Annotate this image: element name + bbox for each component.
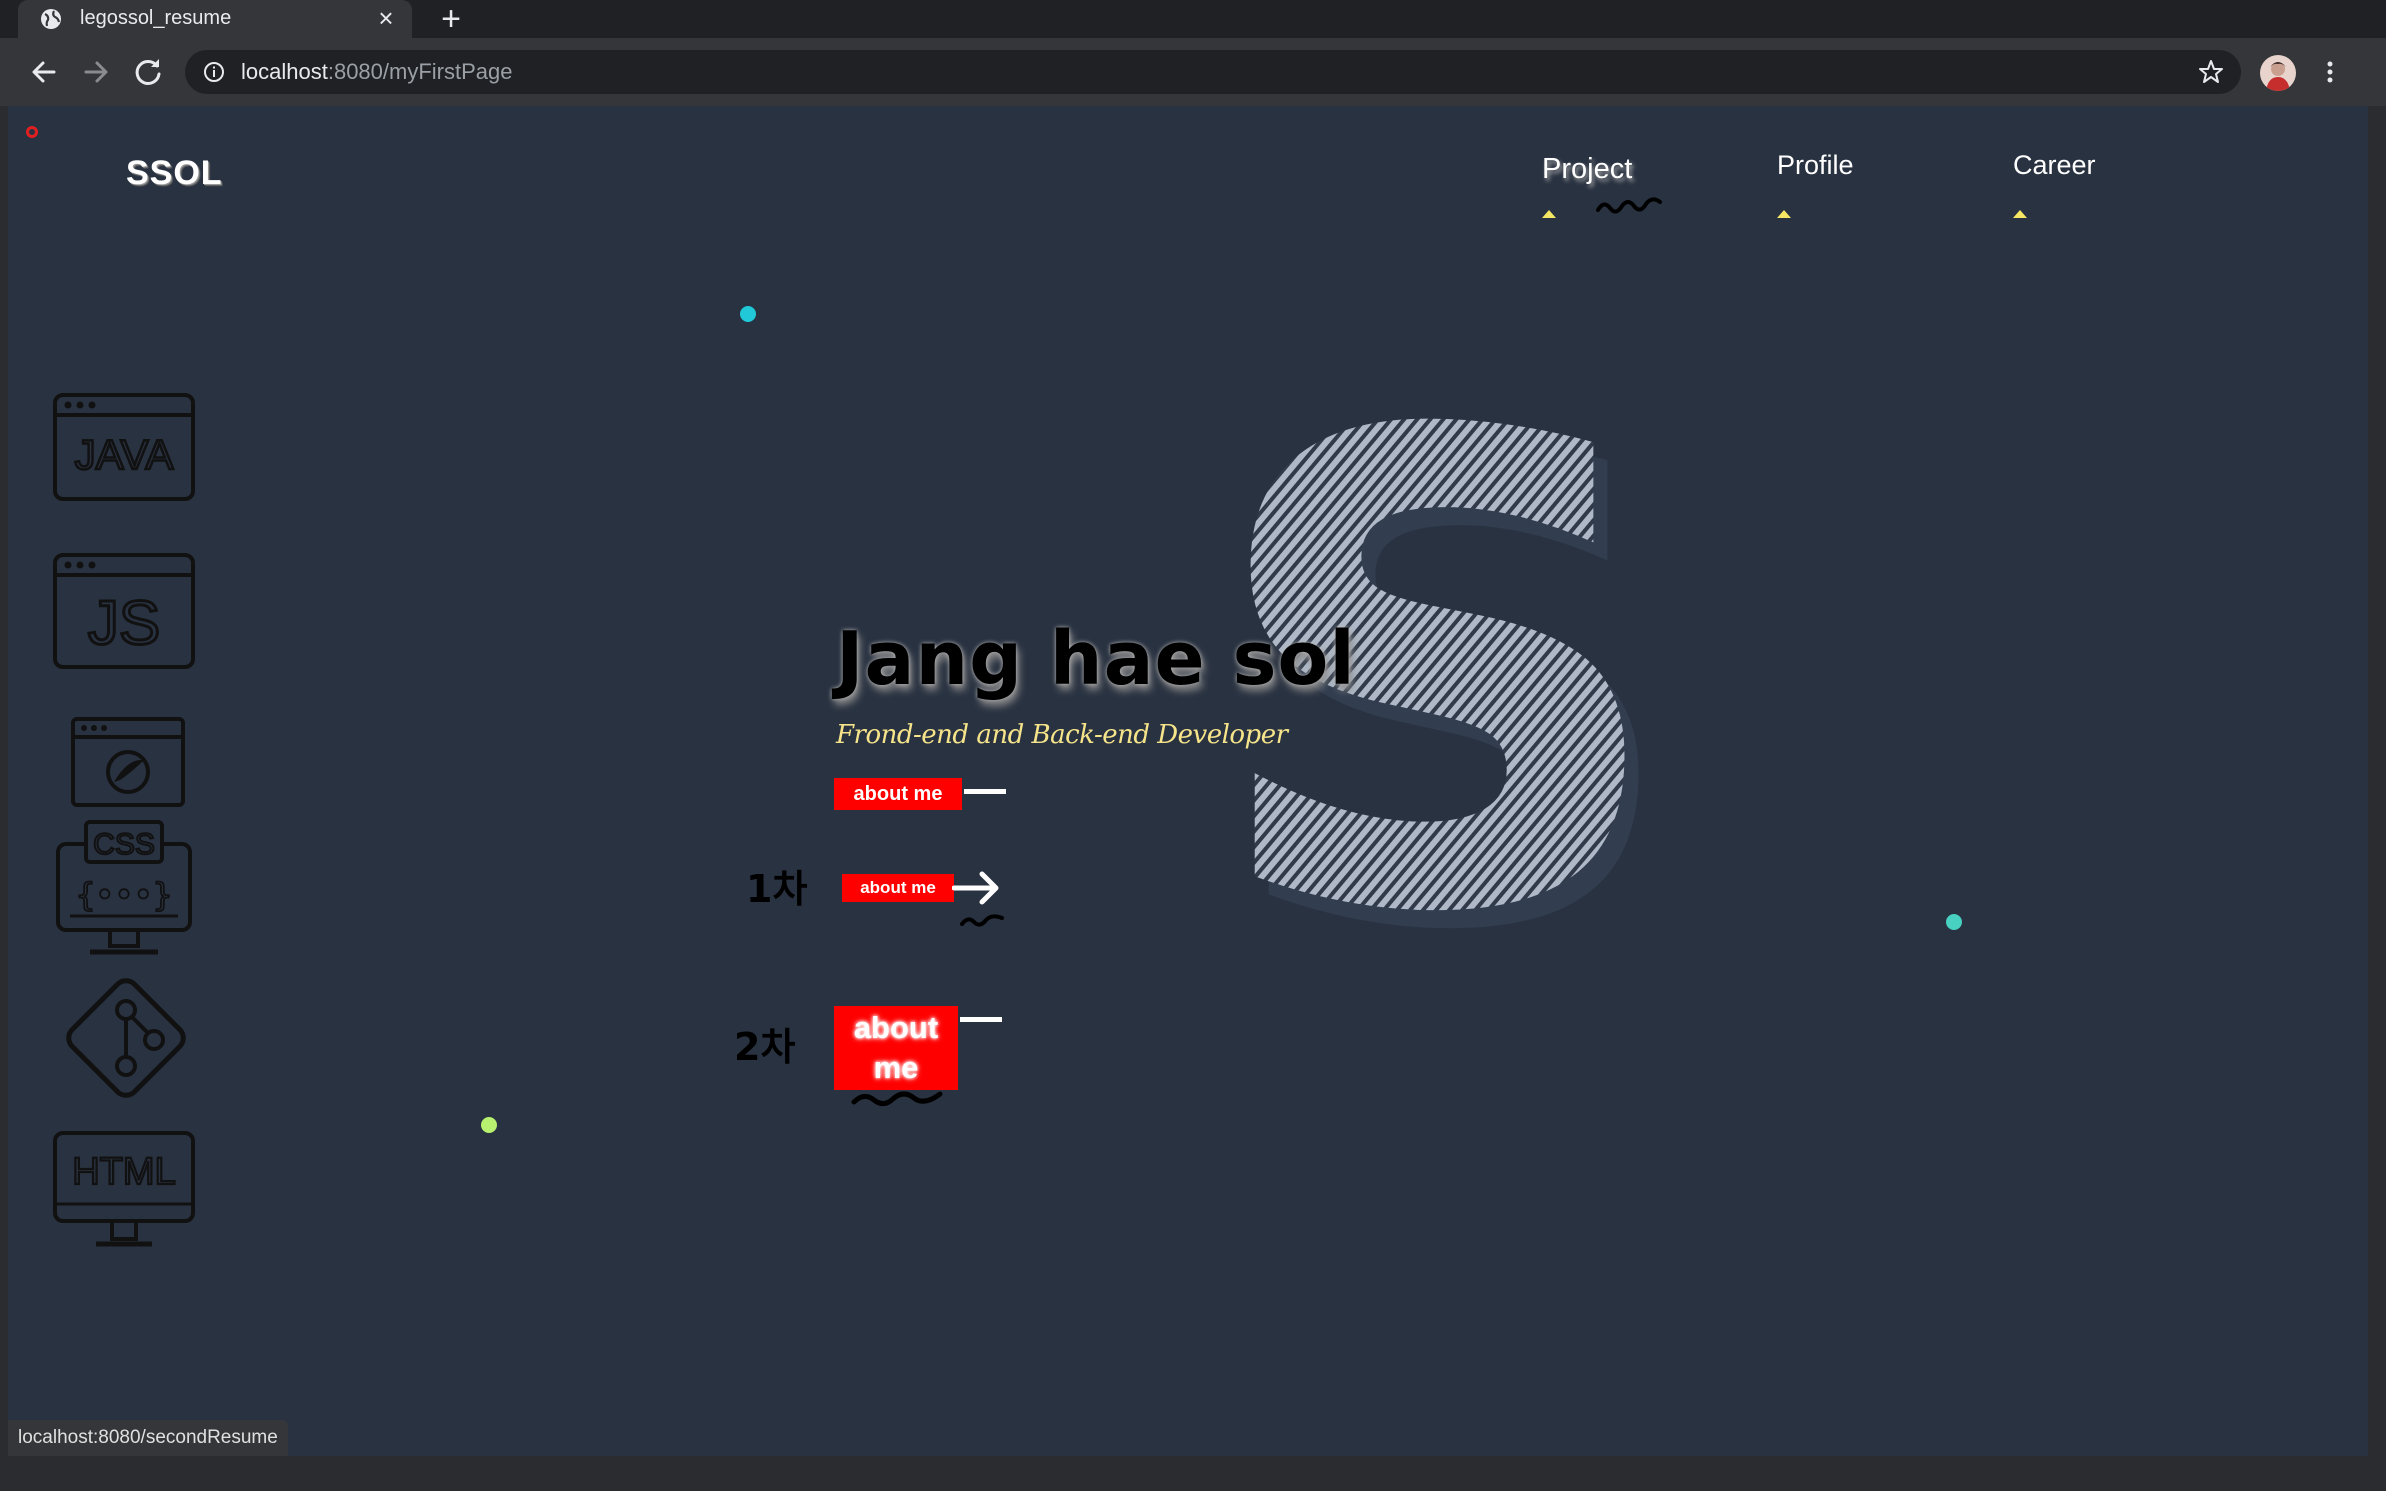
browser-tab[interactable]: legossol_resume × <box>18 0 412 38</box>
hero-name: Jang hae sol <box>836 616 1356 702</box>
annotation-first: 1차 <box>746 867 808 911</box>
scribble-underline <box>1596 197 1662 214</box>
nav-project[interactable]: Project <box>1542 153 1632 186</box>
nav-career-arrow-icon <box>2013 210 2027 218</box>
url-path: :8080/myFirstPage <box>327 59 513 84</box>
css-icon-label: CSS <box>93 828 155 861</box>
url-text: localhost:8080/myFirstPage <box>241 59 512 85</box>
scribble-underline <box>960 914 1004 927</box>
close-tab-icon[interactable]: × <box>372 4 400 32</box>
html-skill-icon[interactable]: HTML <box>52 1130 196 1255</box>
particle-dot <box>1946 914 1962 930</box>
web-page: SSOL Project Profile Career JAVA JS CSS … <box>8 106 2368 1456</box>
info-icon[interactable] <box>203 61 225 83</box>
button-dash <box>960 1017 1002 1022</box>
about-me-button-v2[interactable]: about me <box>834 1006 958 1090</box>
particle-dot <box>481 1117 497 1133</box>
url-host: localhost <box>241 59 328 84</box>
js-icon: JS <box>53 553 195 669</box>
button-dash <box>964 789 1006 794</box>
reload-icon[interactable] <box>130 54 166 90</box>
nav-profile[interactable]: Profile <box>1777 150 1854 181</box>
record-indicator <box>26 126 38 138</box>
annotation-second: 2차 <box>734 1025 796 1069</box>
nav-profile-arrow-icon <box>1777 210 1791 218</box>
about-me-button[interactable]: about me <box>834 778 962 810</box>
tab-strip: legossol_resume × + <box>0 0 2386 38</box>
forward-arrow-icon[interactable] <box>78 54 114 90</box>
status-bar-url: localhost:8080/secondResume <box>8 1420 288 1456</box>
address-bar[interactable]: localhost:8080/myFirstPage <box>185 50 2241 94</box>
window-bottom <box>0 1456 2386 1491</box>
java-skill-icon[interactable]: JAVA <box>52 392 196 507</box>
more-menu-icon[interactable] <box>2318 54 2342 90</box>
profile-avatar[interactable] <box>2260 55 2296 91</box>
avatar-image <box>2266 62 2290 91</box>
git-icon <box>66 978 186 1098</box>
nav-career[interactable]: Career <box>2013 150 2096 181</box>
arrow-right-icon <box>952 871 999 905</box>
new-tab-button[interactable]: + <box>434 2 468 36</box>
css-braces-glyph: {•••} <box>76 876 172 914</box>
scribble-underline <box>851 1091 943 1106</box>
java-icon: JAVA <box>53 393 195 501</box>
css-skill-icon[interactable]: CSS {•••} <box>54 820 194 965</box>
particle-dot <box>740 306 756 322</box>
java-icon-label: JAVA <box>75 431 174 478</box>
about-me-button-v1[interactable]: about me <box>842 874 954 902</box>
hero-subtitle: Frond-end and Back-end Developer <box>836 720 1288 750</box>
site-logo[interactable]: SSOL <box>126 154 223 193</box>
html-icon: HTML <box>53 1131 195 1247</box>
js-skill-icon[interactable]: JS <box>52 552 196 675</box>
html-icon-label: HTML <box>72 1151 175 1193</box>
js-icon-label: JS <box>88 589 160 658</box>
spring-icon <box>71 717 185 807</box>
git-skill-icon[interactable] <box>56 968 196 1113</box>
globe-icon <box>41 9 61 29</box>
nav-project-arrow-icon <box>1542 210 1556 218</box>
spring-skill-icon[interactable] <box>70 716 186 813</box>
css-icon: CSS {•••} <box>56 820 192 955</box>
back-arrow-icon[interactable] <box>26 54 62 90</box>
bookmark-star-icon[interactable] <box>2197 58 2225 86</box>
tab-title: legossol_resume <box>80 7 232 29</box>
browser-toolbar: localhost:8080/myFirstPage <box>0 38 2386 106</box>
